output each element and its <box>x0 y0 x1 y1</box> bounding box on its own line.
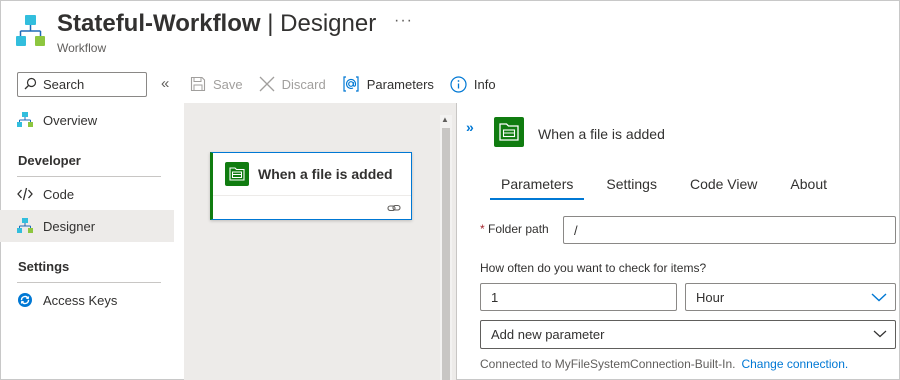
canvas-scrollbar-thumb[interactable] <box>442 128 450 380</box>
collapse-sidebar-button[interactable]: « <box>161 75 169 92</box>
chevron-down-icon <box>871 290 887 307</box>
more-options-button[interactable]: ··· <box>394 12 413 30</box>
designer-canvas[interactable] <box>184 103 456 380</box>
file-system-icon <box>225 162 249 186</box>
section-header-settings: Settings <box>18 259 70 274</box>
parameters-icon <box>342 75 360 93</box>
code-icon <box>17 186 33 202</box>
discard-button[interactable]: Discard <box>259 76 326 92</box>
connection-info: Connected to MyFileSystemConnection-Buil… <box>480 357 848 371</box>
folder-path-label: * Folder path <box>480 222 549 236</box>
info-icon <box>450 75 467 93</box>
link-icon <box>387 201 401 216</box>
panel-tabs: Parameters Settings Code View About <box>490 174 849 200</box>
sidebar-item-label: Code <box>43 186 75 202</box>
sidebar-item-label: Designer <box>43 218 96 234</box>
folder-path-value: / <box>574 222 578 238</box>
logic-app-icon <box>16 14 46 48</box>
workflow-icon <box>17 112 33 128</box>
page-title-resource: Stateful-Workflow <box>57 10 261 37</box>
access-keys-icon <box>17 292 33 308</box>
folder-path-label-text: Folder path <box>488 222 549 236</box>
search-icon <box>24 77 37 93</box>
interval-input[interactable]: 1 <box>480 283 677 311</box>
add-parameter-placeholder: Add new parameter <box>491 327 605 342</box>
save-icon <box>190 76 206 92</box>
tab-settings[interactable]: Settings <box>595 174 668 200</box>
sidebar-item-overview[interactable]: Overview <box>0 104 174 136</box>
sidebar-item-label: Overview <box>43 112 98 128</box>
scroll-up-icon[interactable]: ▲ <box>441 115 449 124</box>
frequency-question: How often do you want to check for items… <box>480 261 707 275</box>
page-title-blade: Designer <box>280 10 377 37</box>
parameters-button[interactable]: Parameters <box>342 75 434 93</box>
page-title: Stateful-Workflow | Designer <box>57 10 376 38</box>
designer-icon <box>17 218 33 234</box>
tab-code-view[interactable]: Code View <box>679 174 768 200</box>
panel-title: When a file is added <box>538 126 665 142</box>
file-system-icon <box>494 117 524 147</box>
close-icon <box>259 76 275 92</box>
info-label: Info <box>473 76 496 92</box>
parameters-label: Parameters <box>366 76 434 92</box>
sidebar-item-designer[interactable]: Designer <box>0 210 174 242</box>
sidebar-item-label: Access Keys <box>43 292 118 308</box>
page-title-separator: | <box>267 10 274 37</box>
command-bar: Save Discard Parameters Info <box>190 73 512 95</box>
save-label: Save <box>213 76 243 92</box>
add-parameter-dropdown[interactable]: Add new parameter <box>480 320 896 349</box>
trigger-card-title: When a file is added <box>258 166 393 182</box>
panel-divider[interactable] <box>456 103 457 380</box>
page-subtitle: Workflow <box>57 41 107 55</box>
sidebar-item-access-keys[interactable]: Access Keys <box>0 284 174 316</box>
discard-label: Discard <box>281 76 326 92</box>
chevron-down-icon <box>873 327 887 342</box>
section-divider <box>17 176 161 177</box>
sidebar-item-code[interactable]: Code <box>0 178 174 210</box>
search-placeholder: Search <box>43 77 85 92</box>
trigger-card-divider <box>213 195 411 196</box>
section-header-developer: Developer <box>18 153 81 168</box>
change-connection-link[interactable]: Change connection. <box>741 357 848 371</box>
frequency-select[interactable]: Hour <box>685 283 896 311</box>
search-input[interactable]: Search <box>17 72 147 97</box>
connection-text: Connected to MyFileSystemConnection-Buil… <box>480 357 736 371</box>
trigger-card[interactable]: When a file is added <box>210 152 412 220</box>
tab-about[interactable]: About <box>779 174 838 200</box>
frequency-value: Hour <box>696 289 725 305</box>
save-button[interactable]: Save <box>190 76 243 92</box>
folder-path-input[interactable]: / <box>563 216 896 244</box>
tab-parameters[interactable]: Parameters <box>490 174 585 200</box>
expand-panel-button[interactable]: » <box>466 119 474 135</box>
required-marker: * <box>480 222 485 236</box>
section-divider <box>17 282 161 283</box>
info-button[interactable]: Info <box>450 75 496 93</box>
interval-value: 1 <box>491 289 499 305</box>
